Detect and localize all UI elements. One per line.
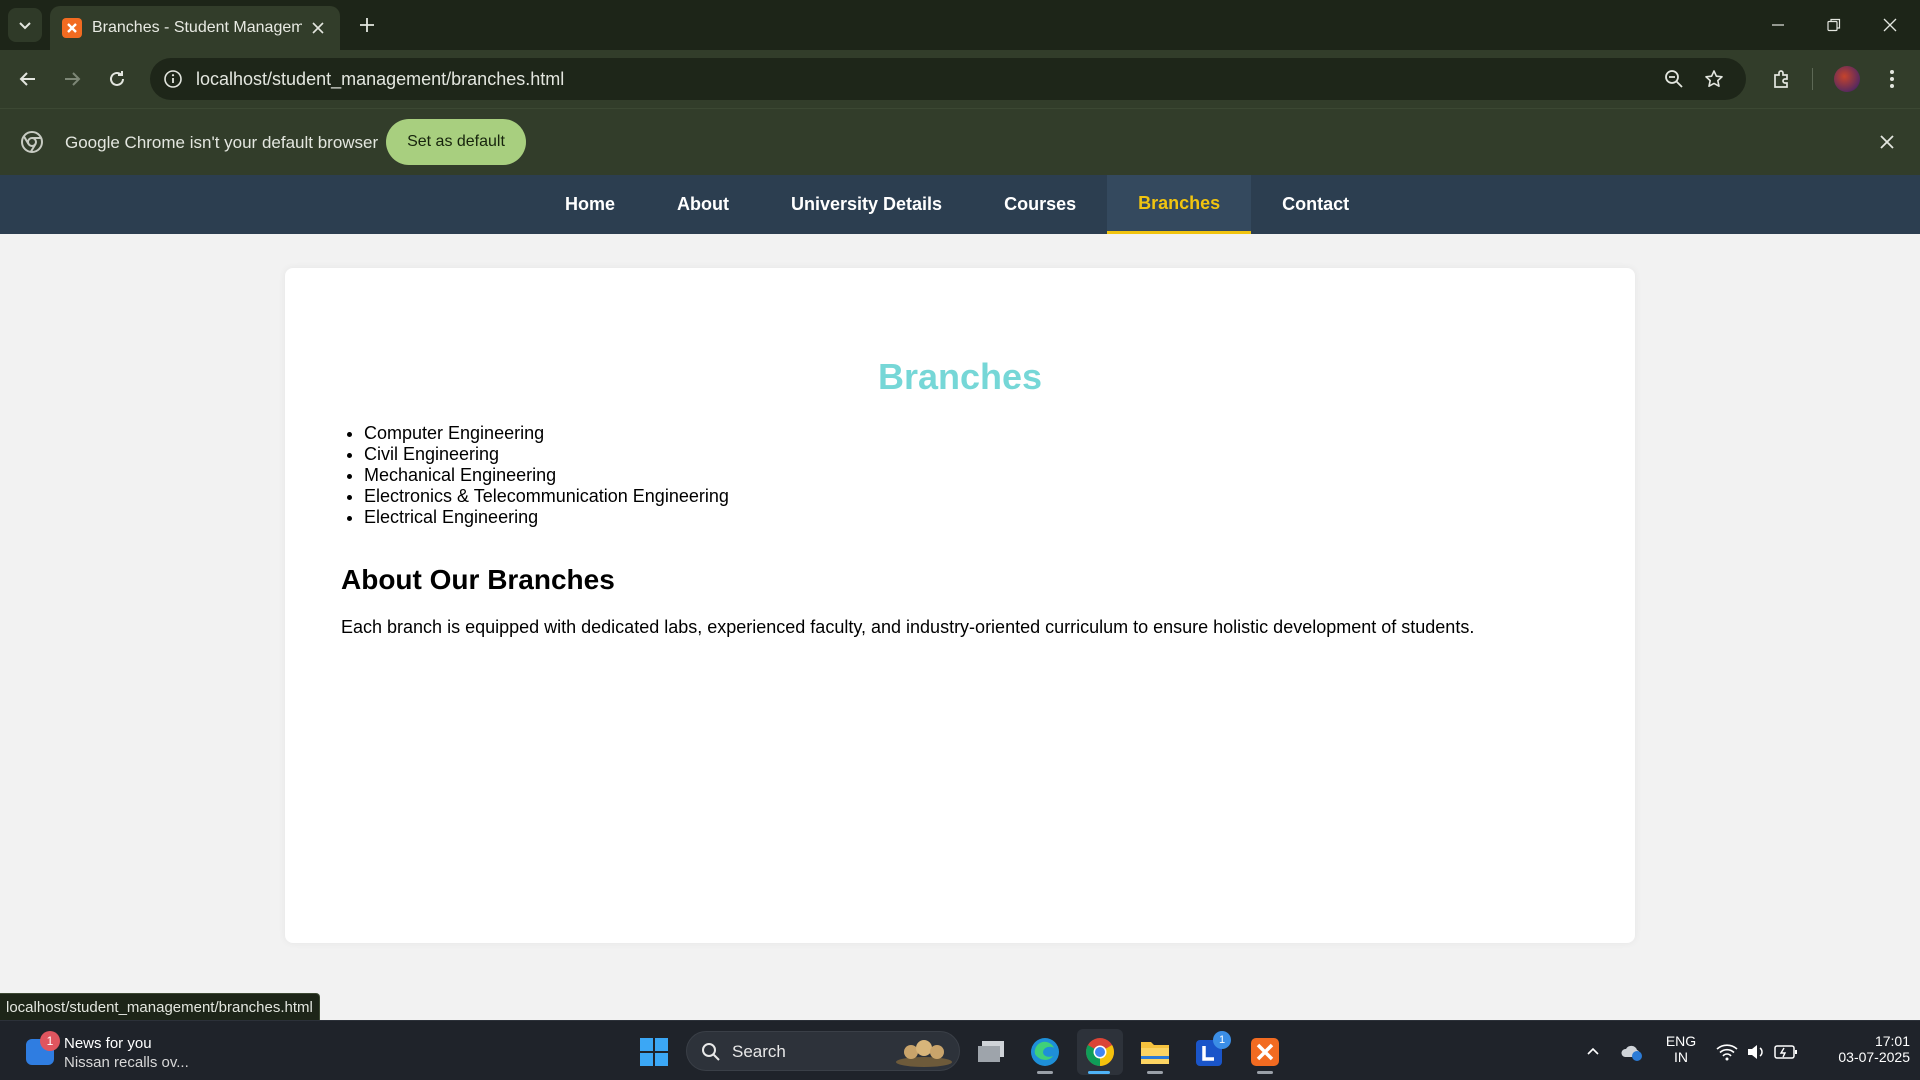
news-widget[interactable]: 1 News for you Nissan recalls ov... (22, 1031, 222, 1073)
kebab-menu-icon (1890, 70, 1894, 88)
avatar (1834, 66, 1860, 92)
link-status-bubble: localhost/student_management/branches.ht… (0, 993, 320, 1021)
chrome-logo-icon (21, 131, 43, 153)
chevron-up-icon (1587, 1047, 1599, 1055)
taskbar-file-explorer[interactable] (1132, 1029, 1178, 1075)
input-language[interactable]: ENG IN (1660, 1033, 1702, 1065)
chrome-icon (1086, 1038, 1114, 1066)
taskbar-search[interactable]: Search (686, 1031, 960, 1071)
region-code: IN (1674, 1049, 1688, 1065)
clock-date: 03-07-2025 (1838, 1049, 1910, 1065)
running-indicator (1088, 1071, 1110, 1074)
edge-icon (1031, 1038, 1059, 1066)
back-button[interactable] (10, 61, 46, 97)
running-indicator (1037, 1071, 1053, 1074)
nav-about-link[interactable]: About (646, 175, 760, 234)
reload-button[interactable] (99, 61, 135, 97)
default-browser-infobar: Google Chrome isn't your default browser… (0, 108, 1920, 175)
news-headline: Nissan recalls ov... (64, 1054, 189, 1071)
tab-close-icon[interactable] (308, 18, 328, 38)
running-indicator (1257, 1071, 1273, 1074)
search-label: Search (732, 1042, 786, 1061)
chrome-menu-button[interactable] (1876, 63, 1908, 95)
taskbar-app-l[interactable]: 1 (1187, 1029, 1233, 1075)
task-view-icon (978, 1041, 1004, 1062)
branch-list: Computer Engineering Civil Engineering M… (364, 423, 729, 528)
running-indicator (1147, 1071, 1163, 1074)
toolbar-separator (1812, 68, 1813, 90)
plus-icon (360, 18, 374, 32)
chevron-down-icon (19, 22, 31, 30)
tab-search-button[interactable] (8, 8, 42, 42)
task-view-button[interactable] (968, 1029, 1014, 1075)
new-tab-button[interactable] (352, 10, 382, 40)
news-badge: 1 (40, 1031, 60, 1051)
onedrive-tray[interactable] (1612, 1029, 1652, 1075)
language-code: ENG (1665, 1033, 1697, 1049)
folder-icon (1141, 1042, 1169, 1064)
search-highlight-icon (896, 1040, 952, 1067)
browser-tab[interactable]: Branches - Student Management (50, 6, 340, 50)
search-icon (702, 1043, 720, 1061)
wifi-icon (1716, 1044, 1738, 1061)
windows-logo-icon (640, 1038, 668, 1066)
nav-courses-link[interactable]: Courses (973, 175, 1107, 234)
cloud-icon (1621, 1045, 1642, 1061)
list-item: Electrical Engineering (364, 507, 729, 528)
list-item: Mechanical Engineering (364, 465, 729, 486)
nav-home-link[interactable]: Home (534, 175, 646, 234)
zoom-icon[interactable] (1662, 67, 1686, 91)
arrow-right-icon (65, 72, 81, 86)
nav-university-details-link[interactable]: University Details (760, 175, 973, 234)
page-title: Branches (877, 356, 1043, 397)
profile-avatar[interactable] (1831, 63, 1863, 95)
about-branches-text: Each branch is equipped with dedicated l… (341, 617, 1475, 637)
tab-title: Branches - Student Management (92, 19, 302, 36)
xampp-favicon-icon (62, 18, 82, 38)
forward-button[interactable] (54, 61, 90, 97)
set-as-default-button[interactable]: Set as default (386, 119, 526, 165)
infobar-message: Google Chrome isn't your default browser (65, 133, 379, 152)
about-branches-heading: About Our Branches (341, 564, 615, 595)
content-card: Branches Computer Engineering Civil Engi… (285, 268, 1635, 943)
bookmark-star-icon[interactable] (1702, 67, 1726, 91)
nav-contact-link[interactable]: Contact (1251, 175, 1380, 234)
restore-icon (1827, 18, 1841, 32)
list-item: Electronics & Telecommunication Engineer… (364, 486, 729, 507)
infobar-close-icon[interactable] (1876, 131, 1898, 153)
site-info-icon[interactable] (162, 68, 184, 90)
restore-button[interactable] (1806, 0, 1862, 50)
url-text: localhost/student_management/branches.ht… (196, 69, 565, 89)
taskbar-xampp[interactable] (1242, 1029, 1288, 1075)
news-title: News for you (64, 1035, 152, 1052)
clock-time: 17:01 (1874, 1033, 1910, 1049)
minimize-button[interactable] (1750, 0, 1806, 50)
clock[interactable]: 17:01 03-07-2025 (1810, 1033, 1910, 1065)
xampp-icon (1251, 1038, 1279, 1066)
close-icon (1883, 18, 1897, 32)
reload-icon (110, 71, 124, 86)
browser-toolbar: localhost/student_management/branches.ht… (0, 50, 1920, 108)
start-button[interactable] (631, 1029, 677, 1075)
browser-tab-strip: Branches - Student Management (0, 0, 1920, 50)
arrow-left-icon (19, 72, 35, 86)
show-hidden-icons-button[interactable] (1570, 1029, 1616, 1075)
taskbar-edge[interactable] (1022, 1029, 1068, 1075)
nav-links: Home About University Details Courses Br… (534, 175, 1380, 234)
nav-branches-link[interactable]: Branches (1107, 175, 1252, 234)
volume-icon (1748, 1045, 1763, 1059)
close-window-button[interactable] (1862, 0, 1918, 50)
windows-taskbar: 1 News for you Nissan recalls ov... Sear… (0, 1020, 1920, 1080)
quick-settings-button[interactable] (1705, 1029, 1809, 1075)
app-badge: 1 (1213, 1031, 1231, 1049)
extensions-puzzle-icon[interactable] (1766, 63, 1798, 95)
list-item: Civil Engineering (364, 444, 729, 465)
site-navbar: Home About University Details Courses Br… (0, 175, 1920, 234)
address-bar[interactable]: localhost/student_management/branches.ht… (150, 58, 1746, 100)
minimize-icon (1772, 24, 1784, 26)
taskbar-chrome[interactable] (1077, 1029, 1123, 1075)
battery-icon (1774, 1045, 1797, 1059)
list-item: Computer Engineering (364, 423, 729, 444)
